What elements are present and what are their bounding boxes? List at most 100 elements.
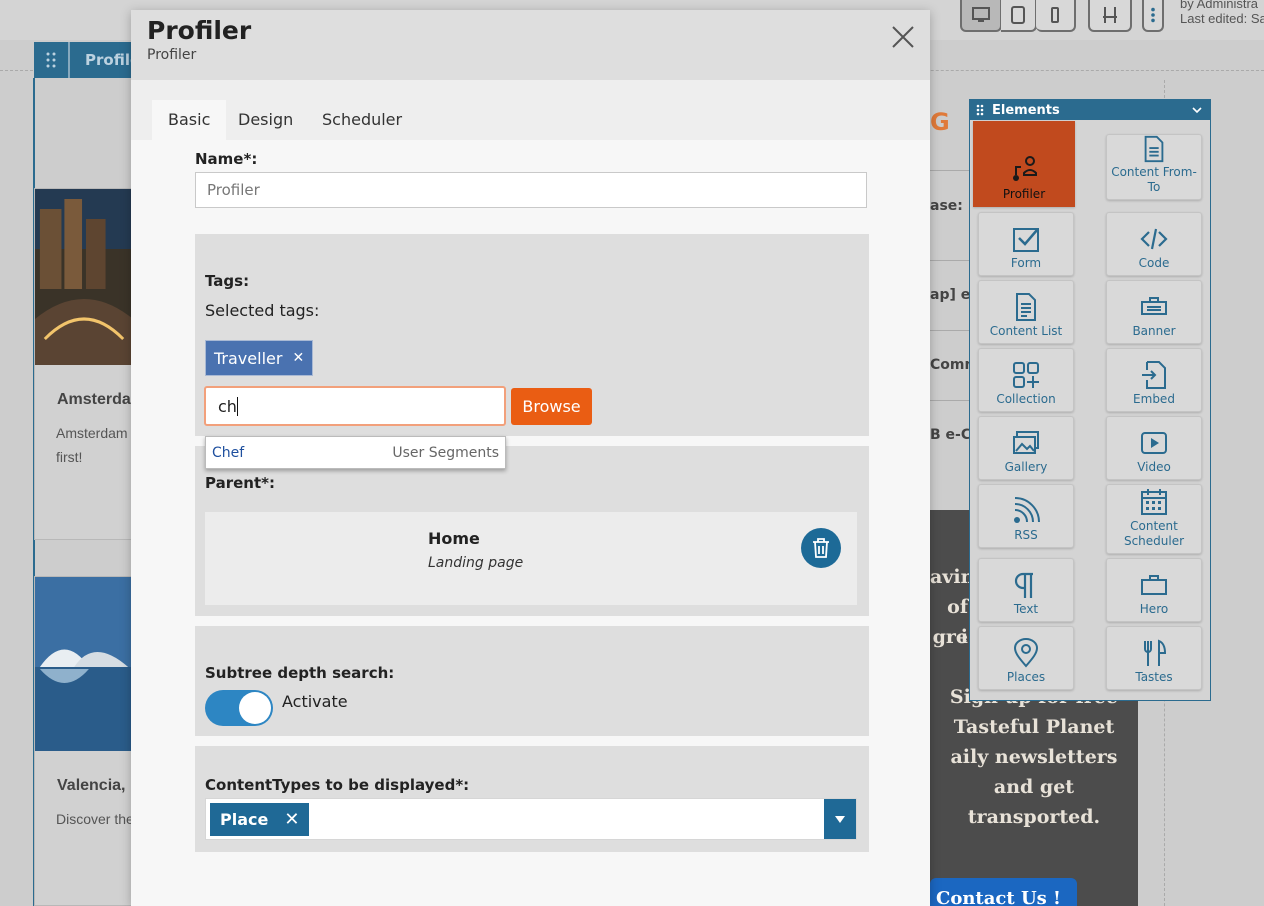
modal-title: Profiler <box>147 16 252 45</box>
profiler-icon <box>1013 156 1037 181</box>
drag-handle-icon[interactable] <box>976 104 984 116</box>
name-input[interactable]: Profiler <box>195 172 867 208</box>
remove-parent-button[interactable] <box>801 528 841 568</box>
video-icon <box>1141 432 1167 454</box>
last-edited-text: Last edited: Sa <box>1180 11 1264 26</box>
card-text: Discover the <box>56 811 133 827</box>
element-form[interactable]: Form <box>978 212 1074 276</box>
toggle-knob <box>239 692 271 724</box>
panel-text: aily newsletters <box>950 746 1118 768</box>
trash-icon <box>813 538 829 558</box>
card-image <box>35 577 133 751</box>
embed-icon <box>1142 361 1166 389</box>
tag-label: Traveller <box>214 348 283 368</box>
list-item: Comm <box>930 357 970 373</box>
code-icon <box>1140 228 1168 250</box>
tag-suggestion-item[interactable]: Chef User Segments <box>205 436 506 469</box>
mobile-view-button[interactable] <box>1036 0 1076 32</box>
suggestion-name: Chef <box>212 444 245 461</box>
remove-contenttype-icon[interactable]: ✕ <box>284 809 299 830</box>
tab-basic[interactable]: Basic <box>152 100 227 140</box>
card-image <box>35 189 133 365</box>
card-title: Valencia, <box>57 777 126 794</box>
palette-header[interactable]: Elements <box>970 100 1210 120</box>
element-label: Content From-To <box>1111 165 1197 194</box>
element-collection[interactable]: Collection <box>978 348 1074 412</box>
element-tastes[interactable]: Tastes <box>1106 626 1202 690</box>
block-toolbar[interactable]: Profile <box>34 42 144 78</box>
element-hero[interactable]: Hero <box>1106 558 1202 622</box>
edit-meta: by Administra Last edited: Sa <box>1180 0 1264 26</box>
divider <box>930 170 970 171</box>
element-content-list[interactable]: Content List <box>978 280 1074 344</box>
panel-text: Tasteful Planet <box>953 716 1115 738</box>
banner-icon <box>1141 297 1167 315</box>
places-icon <box>1013 638 1039 668</box>
more-options-button[interactable] <box>1142 0 1164 32</box>
content-list-icon <box>1016 293 1036 321</box>
layout-button[interactable] <box>1088 0 1132 32</box>
subtree-section: Subtree depth search: Activate <box>195 626 869 736</box>
tag-chip: Traveller ✕ <box>205 340 314 376</box>
dropdown-toggle[interactable] <box>824 799 856 839</box>
element-embed[interactable]: Embed <box>1106 348 1202 412</box>
element-content-from-to[interactable]: Content From-To <box>1106 134 1202 200</box>
text-icon <box>1014 572 1033 598</box>
element-text[interactable]: Text <box>978 558 1074 622</box>
element-places[interactable]: Places <box>978 626 1074 690</box>
parent-type: Landing page <box>428 555 524 571</box>
collection-icon <box>1013 362 1039 388</box>
parent-name: Home <box>428 529 480 548</box>
parent-label: Parent*: <box>205 474 275 492</box>
author-text: by Administra <box>1180 0 1259 11</box>
block-label: Profile <box>85 51 141 69</box>
tastes-icon <box>1144 639 1167 666</box>
place-card[interactable]: Valencia, Discover the <box>34 576 134 906</box>
element-label: RSS <box>1014 528 1038 542</box>
list-item: ap] eZ <box>930 287 970 303</box>
card-text: Amsterdam <box>56 425 128 441</box>
contenttypes-select[interactable]: Place ✕ <box>205 798 857 840</box>
selected-tags-label: Selected tags: <box>205 301 320 320</box>
tab-design[interactable]: Design <box>222 100 309 140</box>
element-code[interactable]: Code <box>1106 212 1202 276</box>
element-profiler[interactable]: Profiler <box>973 121 1075 207</box>
browse-button[interactable]: Browse <box>511 388 592 425</box>
form-icon <box>1013 228 1039 252</box>
contenttype-label: Place <box>220 810 269 829</box>
tablet-view-button[interactable] <box>1001 0 1037 32</box>
contact-us-button[interactable]: Contact Us ! <box>930 878 1077 906</box>
content-from-to-icon <box>1144 135 1164 163</box>
tags-label: Tags: <box>205 272 250 290</box>
remove-tag-icon[interactable]: ✕ <box>292 350 304 366</box>
layout-icon <box>1103 7 1117 23</box>
element-label: Content List <box>989 324 1063 338</box>
tag-search-value: ch <box>218 397 237 416</box>
list-item: ase: Di <box>930 198 970 214</box>
element-label: Text <box>1013 602 1039 616</box>
text-cursor <box>236 397 238 416</box>
profiler-config-modal: Profiler Profiler Basic Design Scheduler… <box>131 10 930 906</box>
kebab-menu-icon <box>1151 7 1155 23</box>
element-rss[interactable]: RSS <box>978 484 1074 548</box>
suggestion-group: User Segments <box>392 444 499 461</box>
tab-bar: Basic Design Scheduler <box>131 80 930 140</box>
drag-handle-icon[interactable] <box>34 42 70 78</box>
element-label: Code <box>1138 256 1170 270</box>
caret-down-icon <box>835 815 845 823</box>
element-video[interactable]: Video <box>1106 416 1202 480</box>
element-label: Banner <box>1132 324 1176 338</box>
place-card[interactable]: Amsterdam Amsterdam first! <box>34 188 134 540</box>
desktop-view-button[interactable] <box>960 0 1002 32</box>
subtree-toggle[interactable] <box>205 690 273 726</box>
element-banner[interactable]: Banner <box>1106 280 1202 344</box>
content-scheduler-icon <box>1141 489 1167 515</box>
element-gallery[interactable]: Gallery <box>978 416 1074 480</box>
element-label: Places <box>1006 670 1046 684</box>
tab-scheduler[interactable]: Scheduler <box>306 100 418 140</box>
chevron-down-icon[interactable] <box>1192 106 1202 114</box>
list-item: B e-Co <box>930 427 970 443</box>
tag-search-input[interactable]: ch <box>204 386 506 426</box>
element-content-scheduler[interactable]: Content Scheduler <box>1106 484 1202 554</box>
close-icon[interactable] <box>890 24 916 50</box>
